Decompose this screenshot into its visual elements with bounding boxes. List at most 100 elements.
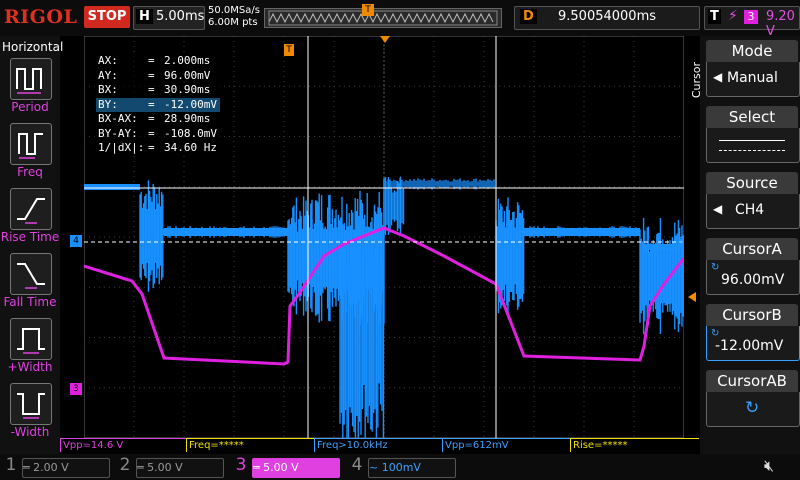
cursor-b-button[interactable]: ↻ -12.00mV	[706, 326, 800, 361]
select-line-a	[719, 140, 785, 141]
readout-equals: =	[148, 54, 155, 67]
readout-equals: =	[148, 126, 155, 140]
source-button[interactable]: ◀ CH4	[706, 194, 800, 229]
readout-value: 30.90ms	[164, 83, 211, 96]
readout-value: -108.0mV	[164, 126, 217, 140]
delay-label: D	[520, 9, 537, 24]
measure-menu-title: Horizontal	[2, 40, 64, 54]
readout-key: BX-AX:	[98, 112, 138, 125]
readout-value: -12.00mV	[164, 97, 217, 111]
measurement-status-bar: Vpp=14.6 V Freq=***** Freq>10.0kHz Vpp=612m…	[60, 438, 700, 452]
timebase-label: H	[136, 9, 153, 24]
fall-time-icon	[17, 263, 45, 289]
readout-key: BX:	[98, 83, 118, 96]
channel-2-scale[interactable]: ═ 5.00 V	[136, 458, 224, 478]
knob-icon: ↻	[711, 262, 720, 273]
memory-overview-strip[interactable]	[264, 8, 502, 28]
cursor-menu-title: Cursor	[690, 62, 703, 99]
positive-width-button[interactable]	[10, 318, 52, 360]
rise-time-icon	[17, 198, 45, 224]
ch3-offset-marker[interactable]: 3	[70, 383, 82, 395]
readout-row: AY: = 96.00mV	[96, 69, 220, 83]
cursor-ab-button[interactable]: ↻	[706, 392, 800, 427]
memory-overview-wave	[265, 9, 501, 27]
speaker-mute-icon[interactable]: 🔇︎	[764, 456, 774, 476]
channel-3-number[interactable]: 3	[232, 455, 250, 475]
channel-2-number[interactable]: 2	[116, 455, 134, 475]
channel-1-scale[interactable]: ═ 2.00 V	[22, 458, 110, 478]
trigger-label: T	[708, 9, 721, 24]
readout-equals: =	[148, 141, 155, 154]
fall-time-label: Fall Time	[3, 295, 57, 309]
channel-4-scale[interactable]: ~ 100mV	[368, 458, 456, 478]
readout-row: BY-AY: = -108.0mV	[96, 127, 220, 141]
run-stop-indicator[interactable]: STOP	[84, 6, 130, 28]
fall-time-button[interactable]	[10, 253, 52, 295]
readout-key: AY:	[98, 68, 118, 82]
cursor-a-value: 96.00mV	[721, 272, 785, 288]
readout-value: 34.60 Hz	[164, 141, 217, 154]
trigger-level: 9.20 V	[766, 9, 795, 39]
cursor-b-handle-icon[interactable]: ⇕	[677, 236, 685, 247]
source-value: CH4	[735, 202, 765, 218]
select-line-b	[719, 150, 785, 151]
freq-label: Freq	[17, 165, 43, 179]
memory-depth: 6.00M pts	[208, 17, 258, 28]
readout-row: 1/|dX|: = 34.60 Hz	[96, 141, 220, 155]
readout-value: 96.00mV	[164, 68, 211, 82]
rise-time-label: Rise Time	[0, 230, 60, 244]
brand-logo: RIGOL	[4, 6, 78, 28]
readout-row: BX-AX: = 28.90ms	[96, 112, 220, 126]
frequency-icon	[18, 133, 43, 159]
trigger-source: 3	[744, 10, 758, 24]
status-measurement: Vpp=612mV	[442, 438, 571, 452]
cursor-a-button[interactable]: ↻ 96.00mV	[706, 260, 800, 295]
timebase-value: 5.00ms	[156, 9, 205, 24]
left-arrow-icon: ◀	[713, 202, 723, 216]
positive-width-label: +Width	[7, 360, 53, 374]
cursor-ab-title: CursorAB	[706, 370, 798, 392]
knob-icon: ↻	[745, 398, 760, 418]
mode-button[interactable]: ◀ Manual	[706, 62, 800, 97]
readout-key: AX:	[98, 54, 118, 67]
ch4-offset-marker[interactable]: 4	[70, 235, 82, 247]
mode-title: Mode	[706, 40, 798, 62]
status-measurement: Rise=*****	[570, 438, 699, 452]
trigger-level-marker[interactable]	[688, 292, 696, 302]
trigger-point-marker	[380, 36, 390, 43]
readout-row: BX: = 30.90ms	[96, 83, 220, 97]
status-measurement: Vpp=14.6 V	[60, 438, 187, 452]
left-arrow-icon: ◀	[713, 70, 723, 84]
mode-value: Manual	[727, 70, 778, 86]
readout-row: BY: = -12.00mV	[96, 97, 220, 112]
negative-width-label: -Width	[10, 425, 50, 439]
cursor-b-value: -12.00mV	[715, 338, 784, 354]
readout-row: AX: = 2.000ms	[96, 54, 220, 68]
cursor-a-title: CursorA	[706, 238, 798, 260]
readout-value: 2.000ms	[164, 54, 211, 67]
select-button[interactable]	[706, 128, 800, 163]
trigger-position-marker[interactable]: T	[284, 44, 294, 56]
readout-key: 1/|dX|:	[98, 141, 145, 154]
channel-3-scale[interactable]: ═ 5.00 V	[252, 458, 340, 478]
cursor-readout: AX: = 2.000ms AY: = 96.00mV BX: = 30.90ms BY: = -12…	[94, 52, 222, 156]
readout-key: BY:	[98, 97, 118, 111]
period-button[interactable]	[10, 58, 52, 100]
overview-trigger-marker: T	[362, 4, 374, 16]
period-label: Period	[11, 100, 49, 114]
readout-equals: =	[148, 97, 155, 111]
readout-equals: =	[148, 68, 155, 82]
channel-4-number[interactable]: 4	[348, 455, 366, 475]
source-title: Source	[706, 172, 798, 194]
cursor-b-title: CursorB	[706, 304, 798, 326]
readout-key: BY-AY:	[98, 126, 138, 140]
negative-width-icon	[17, 393, 45, 419]
negative-width-button[interactable]	[10, 383, 52, 425]
positive-width-icon	[17, 328, 45, 354]
rise-time-button[interactable]	[10, 188, 52, 230]
freq-button[interactable]	[10, 123, 52, 165]
readout-equals: =	[148, 83, 155, 96]
period-icon	[16, 68, 42, 94]
channel-1-number[interactable]: 1	[2, 455, 20, 475]
sample-rate: 50.0MSa/s	[208, 5, 260, 16]
